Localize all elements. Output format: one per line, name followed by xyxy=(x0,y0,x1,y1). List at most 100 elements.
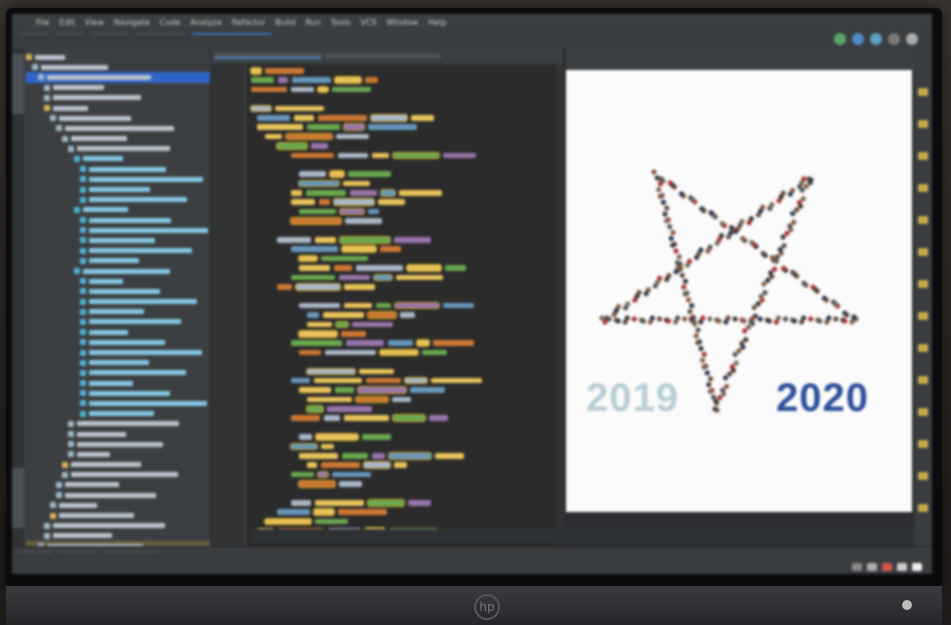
menu-item[interactable]: Code xyxy=(160,18,180,27)
tree-node[interactable] xyxy=(26,184,210,194)
tree-node[interactable] xyxy=(26,83,210,93)
marker-icon[interactable] xyxy=(918,344,928,352)
marker-icon[interactable] xyxy=(918,248,928,256)
tree-node[interactable] xyxy=(26,317,210,327)
tree-node[interactable] xyxy=(26,490,210,500)
tree-node[interactable] xyxy=(26,368,210,378)
tree-node[interactable] xyxy=(26,347,210,357)
menu-item[interactable]: Refactor xyxy=(232,18,266,27)
menu-item[interactable]: View xyxy=(85,18,104,27)
tree-node[interactable] xyxy=(26,246,210,256)
tree-node[interactable] xyxy=(26,123,210,133)
breadcrumb-item[interactable] xyxy=(136,33,186,35)
menu-item[interactable]: Build xyxy=(275,18,295,27)
bottom-tab[interactable] xyxy=(18,551,52,553)
menu-item[interactable]: Run xyxy=(305,18,320,27)
marker-icon[interactable] xyxy=(918,472,928,480)
menu-item[interactable]: Analyze xyxy=(190,18,222,27)
tree-node[interactable] xyxy=(26,429,210,439)
run-icon[interactable] xyxy=(834,33,846,45)
tree-node[interactable] xyxy=(26,276,210,286)
tree-node[interactable] xyxy=(26,388,210,398)
tree-node[interactable] xyxy=(26,500,210,510)
marker-icon[interactable] xyxy=(918,152,928,160)
tree-node[interactable] xyxy=(26,439,210,449)
marker-icon[interactable] xyxy=(918,312,928,320)
tree-node[interactable] xyxy=(26,286,210,296)
tree-node[interactable] xyxy=(26,215,210,225)
tree-node[interactable] xyxy=(26,134,210,144)
tree-node[interactable] xyxy=(26,52,210,62)
menu-item[interactable]: Window xyxy=(387,18,419,27)
encoding-icon[interactable] xyxy=(867,563,877,571)
marker-icon[interactable] xyxy=(918,88,928,96)
menu-item[interactable]: Tools xyxy=(331,18,351,27)
tree-node[interactable] xyxy=(26,113,210,123)
tree-node[interactable] xyxy=(26,154,210,164)
marker-icon[interactable] xyxy=(918,376,928,384)
bottom-tab[interactable] xyxy=(104,551,158,553)
search-icon[interactable] xyxy=(906,33,918,45)
marker-icon[interactable] xyxy=(918,184,928,192)
stop-icon[interactable] xyxy=(888,33,900,45)
tree-node[interactable] xyxy=(26,510,210,520)
tree-node[interactable] xyxy=(26,72,210,83)
menu-item[interactable]: File xyxy=(36,18,49,27)
tree-node[interactable] xyxy=(26,419,210,429)
lock-icon[interactable] xyxy=(897,563,907,571)
marker-icon[interactable] xyxy=(918,280,928,288)
menu-item[interactable]: Edit xyxy=(59,18,75,27)
structure-tab[interactable] xyxy=(12,468,24,528)
tree-node[interactable] xyxy=(26,378,210,388)
bottom-tab[interactable] xyxy=(58,551,98,553)
breadcrumb[interactable] xyxy=(18,33,272,35)
tree-node[interactable] xyxy=(26,480,210,490)
tree-node[interactable] xyxy=(26,449,210,459)
editor-scrollbar[interactable] xyxy=(557,64,563,546)
breadcrumb-item[interactable] xyxy=(18,33,50,35)
menu-item[interactable]: VCS xyxy=(361,18,377,27)
tree-node[interactable] xyxy=(26,307,210,317)
warning-icon[interactable] xyxy=(882,563,892,571)
menu-item[interactable]: Help xyxy=(428,18,446,27)
marker-icon[interactable] xyxy=(918,408,928,416)
marker-icon[interactable] xyxy=(918,440,928,448)
tree-node[interactable] xyxy=(26,297,210,307)
tree-node[interactable] xyxy=(26,195,210,205)
tree-node[interactable] xyxy=(26,174,210,184)
code-area[interactable] xyxy=(247,66,561,544)
tree-node[interactable] xyxy=(26,521,210,531)
tree-node[interactable] xyxy=(26,93,210,103)
tree-node[interactable] xyxy=(26,164,210,174)
tree-node[interactable] xyxy=(26,460,210,470)
tree-node[interactable] xyxy=(26,531,210,541)
tree-node[interactable] xyxy=(26,235,210,245)
tree-node[interactable] xyxy=(26,337,210,347)
project-tab[interactable] xyxy=(12,54,24,114)
tree-node[interactable] xyxy=(26,62,210,72)
marker-icon[interactable] xyxy=(918,216,928,224)
tree-node[interactable] xyxy=(26,409,210,419)
notifications-icon[interactable] xyxy=(912,563,922,571)
tree-node[interactable] xyxy=(26,256,210,266)
tree-node[interactable] xyxy=(26,470,210,480)
profile-icon[interactable] xyxy=(870,33,882,45)
tree-node[interactable] xyxy=(26,266,210,276)
tree-node[interactable] xyxy=(26,144,210,154)
editor-tab[interactable] xyxy=(325,54,441,58)
debug-icon[interactable] xyxy=(852,33,864,45)
marker-icon[interactable] xyxy=(918,120,928,128)
menu-item[interactable]: Navigate xyxy=(114,18,150,27)
tree-node[interactable] xyxy=(26,205,210,215)
breadcrumb-item[interactable] xyxy=(56,33,84,35)
tree-node[interactable] xyxy=(26,358,210,368)
tree-node[interactable] xyxy=(26,398,210,408)
editor-tab[interactable] xyxy=(215,53,321,59)
breadcrumb-item[interactable] xyxy=(90,33,130,35)
tree-node[interactable] xyxy=(26,225,210,235)
git-icon[interactable] xyxy=(852,563,862,571)
tree-node[interactable] xyxy=(26,327,210,337)
tree-node[interactable] xyxy=(26,103,210,113)
marker-icon[interactable] xyxy=(918,504,928,512)
breadcrumb-item[interactable] xyxy=(192,33,272,35)
